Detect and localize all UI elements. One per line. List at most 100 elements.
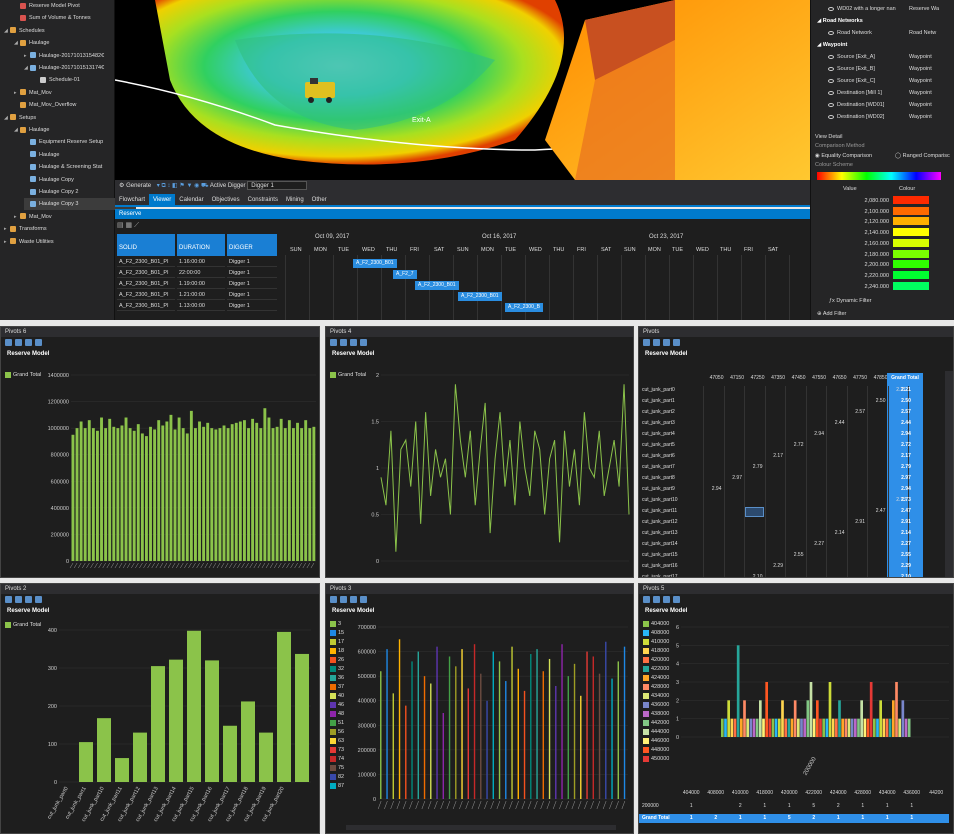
colour-swatch[interactable] (893, 238, 929, 247)
panel-toolbar[interactable] (326, 337, 633, 349)
cell-value[interactable]: 2.14 (826, 530, 845, 536)
layer-row[interactable]: Destination [Mill 1] Waypoint (811, 87, 954, 99)
colour-swatch[interactable] (893, 249, 929, 258)
tab-constraints[interactable]: Constraints (244, 194, 282, 206)
column-header[interactable]: 404000 (679, 790, 704, 796)
colour-gradient-bar[interactable] (817, 172, 941, 180)
column-header[interactable]: 47450 (785, 375, 806, 381)
visibility-eye-icon[interactable] (828, 67, 834, 71)
cell-value[interactable]: 2.97 (724, 475, 742, 481)
layer-row[interactable]: WD02 with a longer nan Reserve Wa (811, 3, 954, 15)
tree-item[interactable]: Sum of Volume & Tonnes (14, 12, 91, 24)
gantt-bar[interactable]: A_F2_2300_B (505, 303, 543, 312)
pivot5-table[interactable]: 404000 408000 410000 418000 420000 422000 4240… (639, 786, 953, 833)
colour-swatch[interactable] (893, 196, 929, 204)
column-header[interactable]: DIGGER (227, 234, 277, 256)
tab-flowchart[interactable]: Flowchart (115, 194, 149, 206)
cell-value[interactable]: 5 (802, 803, 827, 809)
layer-row[interactable]: Source [Exit_A] Waypoint (811, 51, 954, 63)
colour-swatch[interactable] (893, 206, 929, 215)
tab-viewer[interactable]: Viewer (149, 194, 176, 206)
column-header[interactable]: 422000 (802, 790, 827, 796)
tree-item[interactable]: Haulage (24, 149, 60, 161)
column-header[interactable]: 47850 (867, 375, 888, 381)
tree-item[interactable]: ▸ Mat_Mov (14, 211, 52, 223)
cell-value[interactable]: 2.57 (847, 409, 865, 415)
column-header[interactable]: 47150 (724, 375, 744, 381)
tree-item[interactable]: ▸ Waste Utilities (4, 236, 54, 248)
tool-icons[interactable]: ▾ ⧉ ↕ ◧ ⚑ ▼ ◉ ⛟ (157, 183, 209, 189)
panel-toolbar[interactable] (639, 337, 953, 349)
layer-row[interactable]: Destination [WD01] Waypoint (811, 99, 954, 111)
tree-item[interactable]: ◢ Haulage (14, 37, 50, 49)
cell-value[interactable]: 1 (851, 803, 876, 809)
cell-value[interactable]: 2.44 (826, 420, 845, 426)
visibility-eye-icon[interactable] (828, 91, 834, 95)
layer-row[interactable]: ◢ Road Networks (811, 15, 954, 27)
column-header[interactable]: SOLID (117, 234, 175, 256)
tree-item[interactable]: ▸ Mat_Mov (14, 87, 52, 99)
panel-toolbar[interactable] (1, 337, 319, 349)
dynamic-filter-label[interactable]: ƒx Dynamic Filter (811, 295, 954, 307)
layers-properties-panel[interactable]: WD02 with a longer nan Reserve Wa ◢ Road N… (810, 0, 954, 320)
gantt-bar[interactable]: A_F2_2300_B01 (415, 281, 459, 290)
cell-value[interactable]: 2.47 (867, 508, 886, 514)
colour-swatch[interactable] (893, 270, 929, 279)
selected-cell[interactable] (745, 507, 764, 517)
visibility-eye-icon[interactable] (828, 79, 834, 83)
gantt-toolbar-icons[interactable]: ▤ ▦ ⟋ (117, 221, 157, 231)
visibility-eye-icon[interactable] (828, 31, 834, 35)
visibility-eye-icon[interactable] (828, 115, 834, 119)
gantt-chart[interactable]: ▤ ▦ ⟋ SOLID DURATION DIGGER A_F2_2300_B01_PI… (115, 219, 810, 320)
column-header[interactable]: 47550 (806, 375, 826, 381)
vertical-scrollbar[interactable] (945, 371, 953, 577)
tree-item[interactable]: Haulage Copy (24, 174, 74, 186)
tree-item[interactable]: ◢ Setups (4, 112, 36, 124)
column-header[interactable]: 47650 (826, 375, 847, 381)
visibility-eye-icon[interactable] (828, 103, 834, 107)
3d-viewport[interactable]: Exit-A (115, 0, 810, 180)
column-header[interactable]: 434000 (875, 790, 900, 796)
visibility-eye-icon[interactable] (828, 55, 834, 59)
tab-mining[interactable]: Mining (282, 194, 308, 206)
colour-swatch[interactable] (893, 281, 929, 290)
tree-item[interactable]: Mat_Mov_Overflow (14, 99, 76, 111)
cell-value[interactable]: 1 (900, 803, 925, 809)
panel-toolbar[interactable] (1, 594, 319, 606)
tab-other[interactable]: Other (308, 194, 331, 206)
cell-value[interactable]: 2 (728, 803, 753, 809)
column-header[interactable]: 47750 (847, 375, 867, 381)
layer-row[interactable]: Destination [WD02] Waypoint (811, 111, 954, 123)
panel-toolbar[interactable] (639, 594, 953, 606)
cell-value[interactable]: 2.79 (744, 464, 763, 470)
gantt-bar[interactable]: A_F2_7 (393, 270, 417, 279)
tab-calendar[interactable]: Calendar (175, 194, 207, 206)
column-header[interactable]: 47250 (744, 375, 765, 381)
column-header[interactable]: 418000 (753, 790, 778, 796)
tree-item[interactable]: Reserve Model Pivot (14, 0, 80, 12)
column-header[interactable]: 420000 (777, 790, 802, 796)
cell-value[interactable]: 2.94 (806, 431, 824, 437)
tree-item[interactable]: ◢ Schedules (4, 25, 45, 37)
cell-value[interactable]: 1 (875, 803, 900, 809)
active-digger-select[interactable]: Digger 1 (247, 181, 308, 190)
layer-row[interactable]: Source [Exit_B] Waypoint (811, 63, 954, 75)
column-header[interactable]: DURATION (177, 234, 225, 256)
cell-value[interactable]: 1 (777, 803, 802, 809)
column-header[interactable]: 424000 (826, 790, 851, 796)
column-header[interactable]: 44200 (924, 790, 949, 796)
column-header[interactable]: 428000 (851, 790, 876, 796)
generate-button[interactable]: Generate (126, 183, 151, 189)
tree-item[interactable]: Equipment Reserve Setup (24, 136, 103, 148)
cell-value[interactable]: 2 (826, 803, 851, 809)
tree-item[interactable]: ▸ Haulage-2017101315482€ (24, 50, 104, 62)
colour-swatch[interactable] (893, 217, 929, 226)
project-tree[interactable]: Reserve Model Pivot Sum of Volume & Tonne… (0, 0, 136, 320)
column-header[interactable]: 408000 (704, 790, 729, 796)
column-header[interactable]: 436000 (900, 790, 925, 796)
tree-item[interactable]: Haulage Copy 2 (24, 186, 78, 198)
tree-item[interactable]: Haulage & Screening Stat (24, 161, 102, 173)
column-header[interactable]: 47050 (703, 375, 724, 381)
cell-value[interactable]: 2.50 (867, 398, 886, 404)
cell-value[interactable]: 2.72 (785, 442, 804, 448)
